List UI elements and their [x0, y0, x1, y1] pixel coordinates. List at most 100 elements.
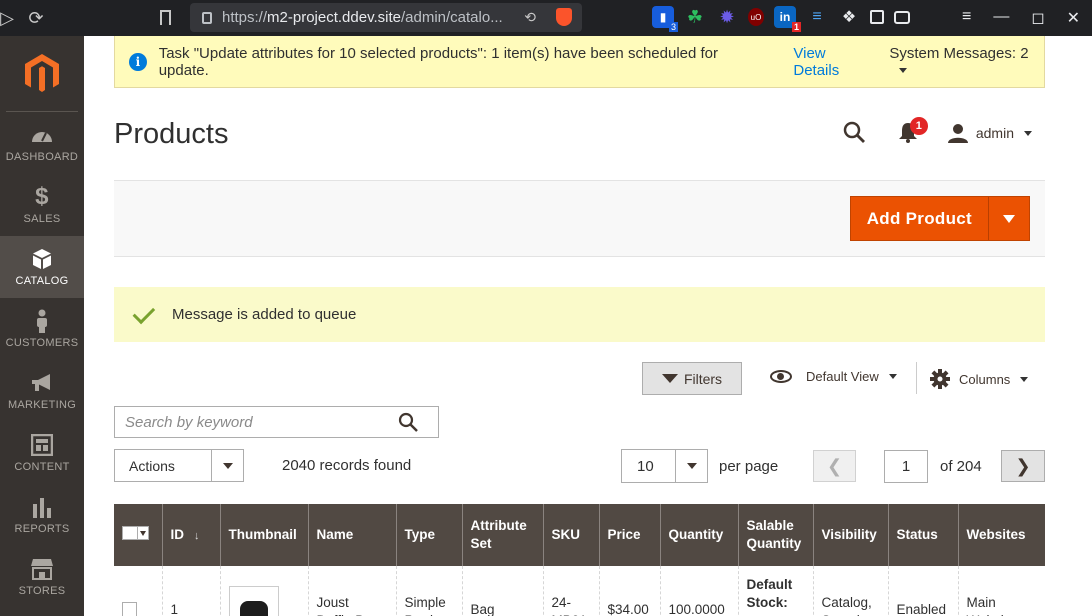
per-page-dropdown-toggle[interactable]: [675, 450, 707, 482]
share-icon[interactable]: ⟲: [524, 9, 536, 26]
sidebar-item-content[interactable]: CONTENT: [0, 422, 84, 484]
search-placeholder: Search by keyword: [125, 413, 253, 431]
system-messages-toggle[interactable]: System Messages: 2: [889, 45, 1044, 79]
linkedin-extension-icon[interactable]: in 1: [774, 6, 801, 32]
page-total: of 204: [940, 458, 982, 475]
view-details-link[interactable]: View Details: [793, 45, 874, 79]
sidebar-item-label: CATALOG: [15, 275, 69, 287]
global-search-icon[interactable]: [842, 120, 868, 146]
bookmark-icon[interactable]: [160, 10, 171, 25]
previous-page-button[interactable]: ❮: [813, 450, 856, 482]
column-header-status[interactable]: Status: [887, 504, 958, 566]
megaphone-icon: [30, 371, 54, 395]
column-header-name[interactable]: Name: [307, 504, 396, 566]
chevron-down-icon: [888, 374, 897, 379]
mass-select-checkbox[interactable]: [122, 526, 149, 540]
system-message-bar: i Task "Update attributes for 10 selecte…: [114, 36, 1045, 88]
cell-attribute-set: Bag: [461, 566, 543, 616]
system-messages-count: System Messages: 2: [889, 44, 1029, 62]
sidebar-item-reports[interactable]: REPORTS: [0, 484, 84, 546]
current-page-value: 1: [901, 458, 911, 475]
keyword-search-input[interactable]: Search by keyword: [114, 406, 439, 438]
columns-selector[interactable]: Columns: [930, 369, 1029, 389]
sidebar-item-dashboard[interactable]: DASHBOARD: [0, 112, 84, 174]
forward-icon[interactable]: ▷: [0, 4, 14, 32]
column-header-sku[interactable]: SKU: [542, 504, 599, 566]
url-prefix: https://: [222, 9, 268, 26]
puzzle-icon[interactable]: ❖: [838, 6, 860, 28]
column-label: Status: [896, 527, 938, 542]
sidebar-item-catalog[interactable]: CATALOG: [0, 236, 84, 298]
column-header-type[interactable]: Type: [395, 504, 462, 566]
add-product-button[interactable]: Add Product: [851, 197, 988, 240]
current-page-input[interactable]: 1: [884, 450, 928, 483]
product-thumbnail[interactable]: [228, 586, 279, 616]
actions-dropdown-toggle[interactable]: [211, 450, 243, 481]
ublock-extension-icon[interactable]: uO: [748, 8, 764, 26]
column-header-attribute-set[interactable]: Attribute Set: [461, 504, 543, 566]
column-header-salable-quantity: Salable Quantity: [737, 504, 813, 566]
table-row[interactable]: 1 Joust Duffle Bag Simple Product Bag 24…: [114, 566, 1045, 616]
magento-logo[interactable]: [6, 36, 78, 112]
user-icon: [947, 124, 968, 143]
header-actions: 1 admin: [842, 117, 1032, 146]
notifications-button[interactable]: 1: [898, 117, 928, 145]
maximize-icon[interactable]: ◻: [1031, 8, 1044, 28]
reload-icon[interactable]: ⟳: [22, 4, 50, 32]
bar-chart-icon: [32, 495, 52, 519]
column-header-visibility[interactable]: Visibility: [812, 504, 888, 566]
user-name: admin: [975, 125, 1014, 141]
column-label: SKU: [551, 527, 581, 542]
menu-icon[interactable]: ≡: [962, 8, 971, 28]
cell-websites: Main Website: [957, 566, 1045, 616]
sidebar-item-label: STORES: [18, 585, 66, 597]
column-header-price[interactable]: Price: [598, 504, 660, 566]
bitwarden-extension-icon[interactable]: ▮ 3: [652, 6, 678, 32]
lock-icon: [202, 11, 212, 24]
main-content: i Task "Update attributes for 10 selecte…: [84, 36, 1092, 616]
wallet-icon[interactable]: [894, 10, 910, 24]
row-checkbox[interactable]: [122, 602, 137, 616]
column-label: Attribute Set: [470, 518, 527, 551]
column-header-websites[interactable]: Websites: [957, 504, 1045, 566]
evernote-extension-icon[interactable]: ☘: [684, 6, 706, 28]
address-bar[interactable]: https://m2-project.ddev.site/admin/catal…: [190, 3, 582, 32]
gear-extension-icon[interactable]: ✹: [716, 6, 738, 28]
mass-actions-select[interactable]: Actions: [114, 449, 244, 482]
close-icon[interactable]: ✕: [1067, 8, 1080, 28]
sidebar-item-customers[interactable]: CUSTOMERS: [0, 298, 84, 360]
column-header-quantity[interactable]: Quantity: [659, 504, 738, 566]
checkmark-icon: [132, 301, 156, 324]
records-found: 2040 records found: [282, 457, 412, 474]
eye-icon: [770, 370, 792, 383]
sidebar-item-sales[interactable]: $ SALES: [0, 174, 84, 236]
magento-logo-icon: [25, 53, 59, 92]
sidebar-item-marketing[interactable]: MARKETING: [0, 360, 84, 422]
search-icon[interactable]: [398, 412, 418, 432]
sidebar-item-stores[interactable]: STORES: [0, 546, 84, 608]
user-menu[interactable]: admin: [947, 123, 1032, 143]
add-product-type-toggle[interactable]: [988, 197, 1029, 240]
dashboard-icon: [30, 123, 54, 147]
brave-shield-icon[interactable]: [556, 8, 572, 26]
cell-quantity: 100.0000: [659, 566, 738, 616]
devtools-extension-icon[interactable]: ≡: [806, 6, 828, 28]
next-page-button[interactable]: ❯: [1001, 450, 1045, 482]
column-header-thumbnail: Thumbnail: [219, 504, 308, 566]
cell-type: Simple Product: [395, 566, 462, 616]
view-selector[interactable]: Default View: [770, 369, 897, 384]
cell-sku: 24-MB01: [542, 566, 599, 616]
extension-badge: 3: [668, 22, 678, 32]
minimize-icon[interactable]: —: [993, 8, 1009, 28]
per-page-select[interactable]: 10: [621, 449, 708, 483]
column-label: Thumbnail: [228, 527, 297, 542]
column-label: Price: [607, 527, 641, 542]
column-header-id[interactable]: ID ↓: [161, 504, 220, 566]
filters-button[interactable]: Filters: [642, 362, 742, 395]
toolbar-divider: [916, 362, 917, 394]
success-message: Message is added to queue: [114, 287, 1045, 342]
cell-salable-quantity: Default Stock:: [737, 566, 813, 616]
layout-icon: [31, 433, 53, 457]
sidebar-toggle-icon[interactable]: [870, 10, 884, 24]
sidebar-item-label: CUSTOMERS: [5, 337, 79, 349]
